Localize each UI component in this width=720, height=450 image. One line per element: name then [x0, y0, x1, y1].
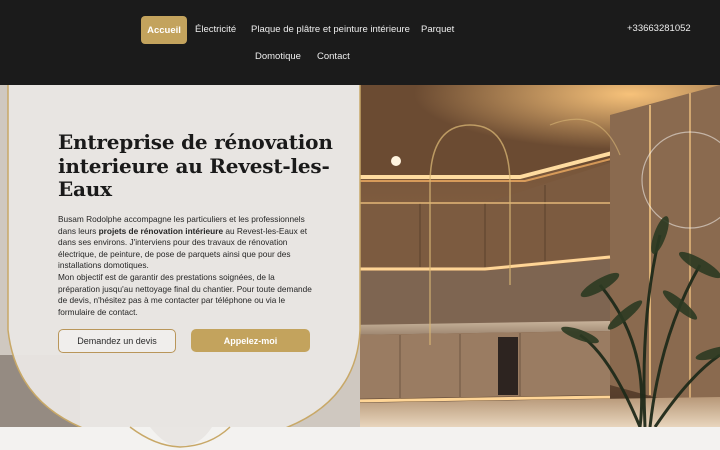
hero-title: Entreprise de rénovation interieure au R…: [58, 130, 333, 201]
header-phone-link[interactable]: +33663281052: [627, 23, 691, 34]
request-quote-button[interactable]: Demandez un devis: [58, 329, 176, 353]
nav-item-platre-peinture[interactable]: Plaque de plâtre et peinture intérieure: [251, 24, 410, 36]
hero-description: Busam Rodolphe accompagne les particulie…: [58, 214, 316, 318]
call-me-button[interactable]: Appelez-moi: [191, 329, 310, 352]
page-bottom-strip: [0, 427, 720, 450]
nav-item-accueil[interactable]: Accueil: [141, 16, 187, 44]
hero-description-highlight: projets de rénovation intérieure: [98, 225, 224, 236]
nav-item-parquet[interactable]: Parquet: [421, 24, 454, 36]
nav-item-electricite[interactable]: Électricité: [195, 24, 236, 36]
nav-item-contact[interactable]: Contact: [317, 51, 350, 63]
hero-description-second: Mon objectif est de garantir des prestat…: [58, 271, 312, 317]
site-header: Accueil Électricité Plaque de plâtre et …: [0, 0, 720, 85]
nav-item-domotique[interactable]: Domotique: [255, 51, 301, 63]
